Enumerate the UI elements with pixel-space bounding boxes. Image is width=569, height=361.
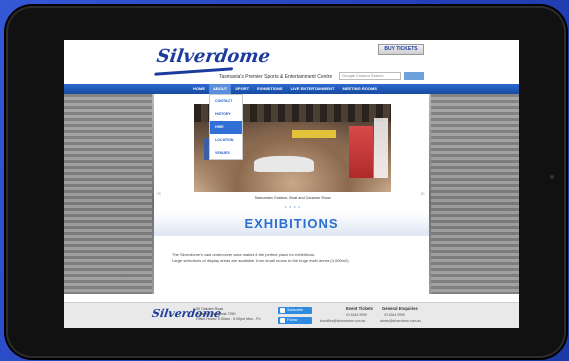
- search-input[interactable]: Google Custom Search: [339, 72, 401, 80]
- site-footer: Silverdome 55 Oakden Road Prospect Tasma…: [64, 302, 519, 328]
- nav-live-entertainment[interactable]: LIVE ENTERTAINMENT: [287, 84, 339, 94]
- follow-button[interactable]: Follow: [278, 317, 312, 324]
- general-enquiries-title: General Enquiries: [382, 306, 418, 311]
- footer-address: 55 Oakden Road Prospect Tasmania 7250 Of…: [196, 307, 260, 322]
- stadium-seats-left: [64, 94, 152, 294]
- search-button[interactable]: [404, 72, 424, 80]
- page-title: EXHIBITIONS: [244, 216, 339, 231]
- logo-text: Silverdome: [155, 46, 272, 67]
- nav-sport[interactable]: SPORT: [231, 84, 253, 94]
- subscribe-button[interactable]: Subscribe: [278, 307, 312, 314]
- subscribe-label: Subscribe: [287, 308, 303, 312]
- dropdown-item-hire[interactable]: HIRE: [210, 121, 242, 134]
- dropdown-item-contact[interactable]: CONTACT: [210, 95, 242, 108]
- nav-about[interactable]: ABOUT: [209, 84, 232, 94]
- dropdown-item-venues[interactable]: VENUES: [210, 147, 242, 160]
- dropdown-item-location[interactable]: LOCATION: [210, 134, 242, 147]
- twitter-icon: [280, 318, 285, 323]
- office-hours: Office Hours: 9.00am - 5.00pm Mon - Fri: [196, 317, 261, 321]
- nav-meeting-rooms[interactable]: MEETING ROOMS: [339, 84, 381, 94]
- event-tickets-phone: 03 6344 9999: [346, 313, 367, 317]
- stadium-seats-right: [431, 94, 519, 294]
- slider-prev-icon[interactable]: ◀: [156, 190, 161, 197]
- general-enquiries-phone: 03 6344 9999: [384, 313, 405, 317]
- heading-band: EXHIBITIONS: [154, 212, 429, 236]
- photo-caption: Tasmanian Outdoor, Boat and Caravan Show: [254, 196, 331, 200]
- paragraph-2: Large selections of display areas are av…: [172, 258, 350, 263]
- site-header: Silverdome Tasmania's Premier Sports & E…: [64, 40, 519, 84]
- buy-tickets-button[interactable]: BUY TICKETS: [378, 44, 424, 55]
- slider-next-icon[interactable]: ▶: [421, 190, 426, 197]
- site-tagline: Tasmania's Premier Sports & Entertainmen…: [219, 74, 333, 80]
- camera-dot: [550, 175, 554, 179]
- dropdown-item-history[interactable]: HISTORY: [210, 108, 242, 121]
- general-enquiries-email[interactable]: admin@silverdome.com.au: [380, 319, 421, 323]
- mail-icon: [280, 308, 285, 313]
- content-panel: Tasmanian Outdoor, Boat and Caravan Show…: [154, 94, 429, 304]
- tablet-screen: Silverdome Tasmania's Premier Sports & E…: [64, 40, 519, 328]
- event-tickets-email[interactable]: boxoffice@silverdome.com.au: [320, 319, 365, 323]
- about-dropdown-menu: CONTACT HISTORY HIRE LOCATION VENUES: [209, 94, 243, 160]
- follow-label: Follow: [287, 318, 298, 322]
- nav-home[interactable]: HOME: [189, 84, 209, 94]
- event-tickets-title: Event Tickets: [346, 306, 373, 311]
- body-text: The Silverdome's vast undercover area ma…: [172, 252, 412, 264]
- nav-exhibitions[interactable]: EXHIBITIONS: [253, 84, 287, 94]
- slider-dots[interactable]: • • • •: [285, 204, 301, 209]
- main-nav: HOME ABOUT SPORT EXHIBITIONS LIVE ENTERT…: [64, 84, 519, 94]
